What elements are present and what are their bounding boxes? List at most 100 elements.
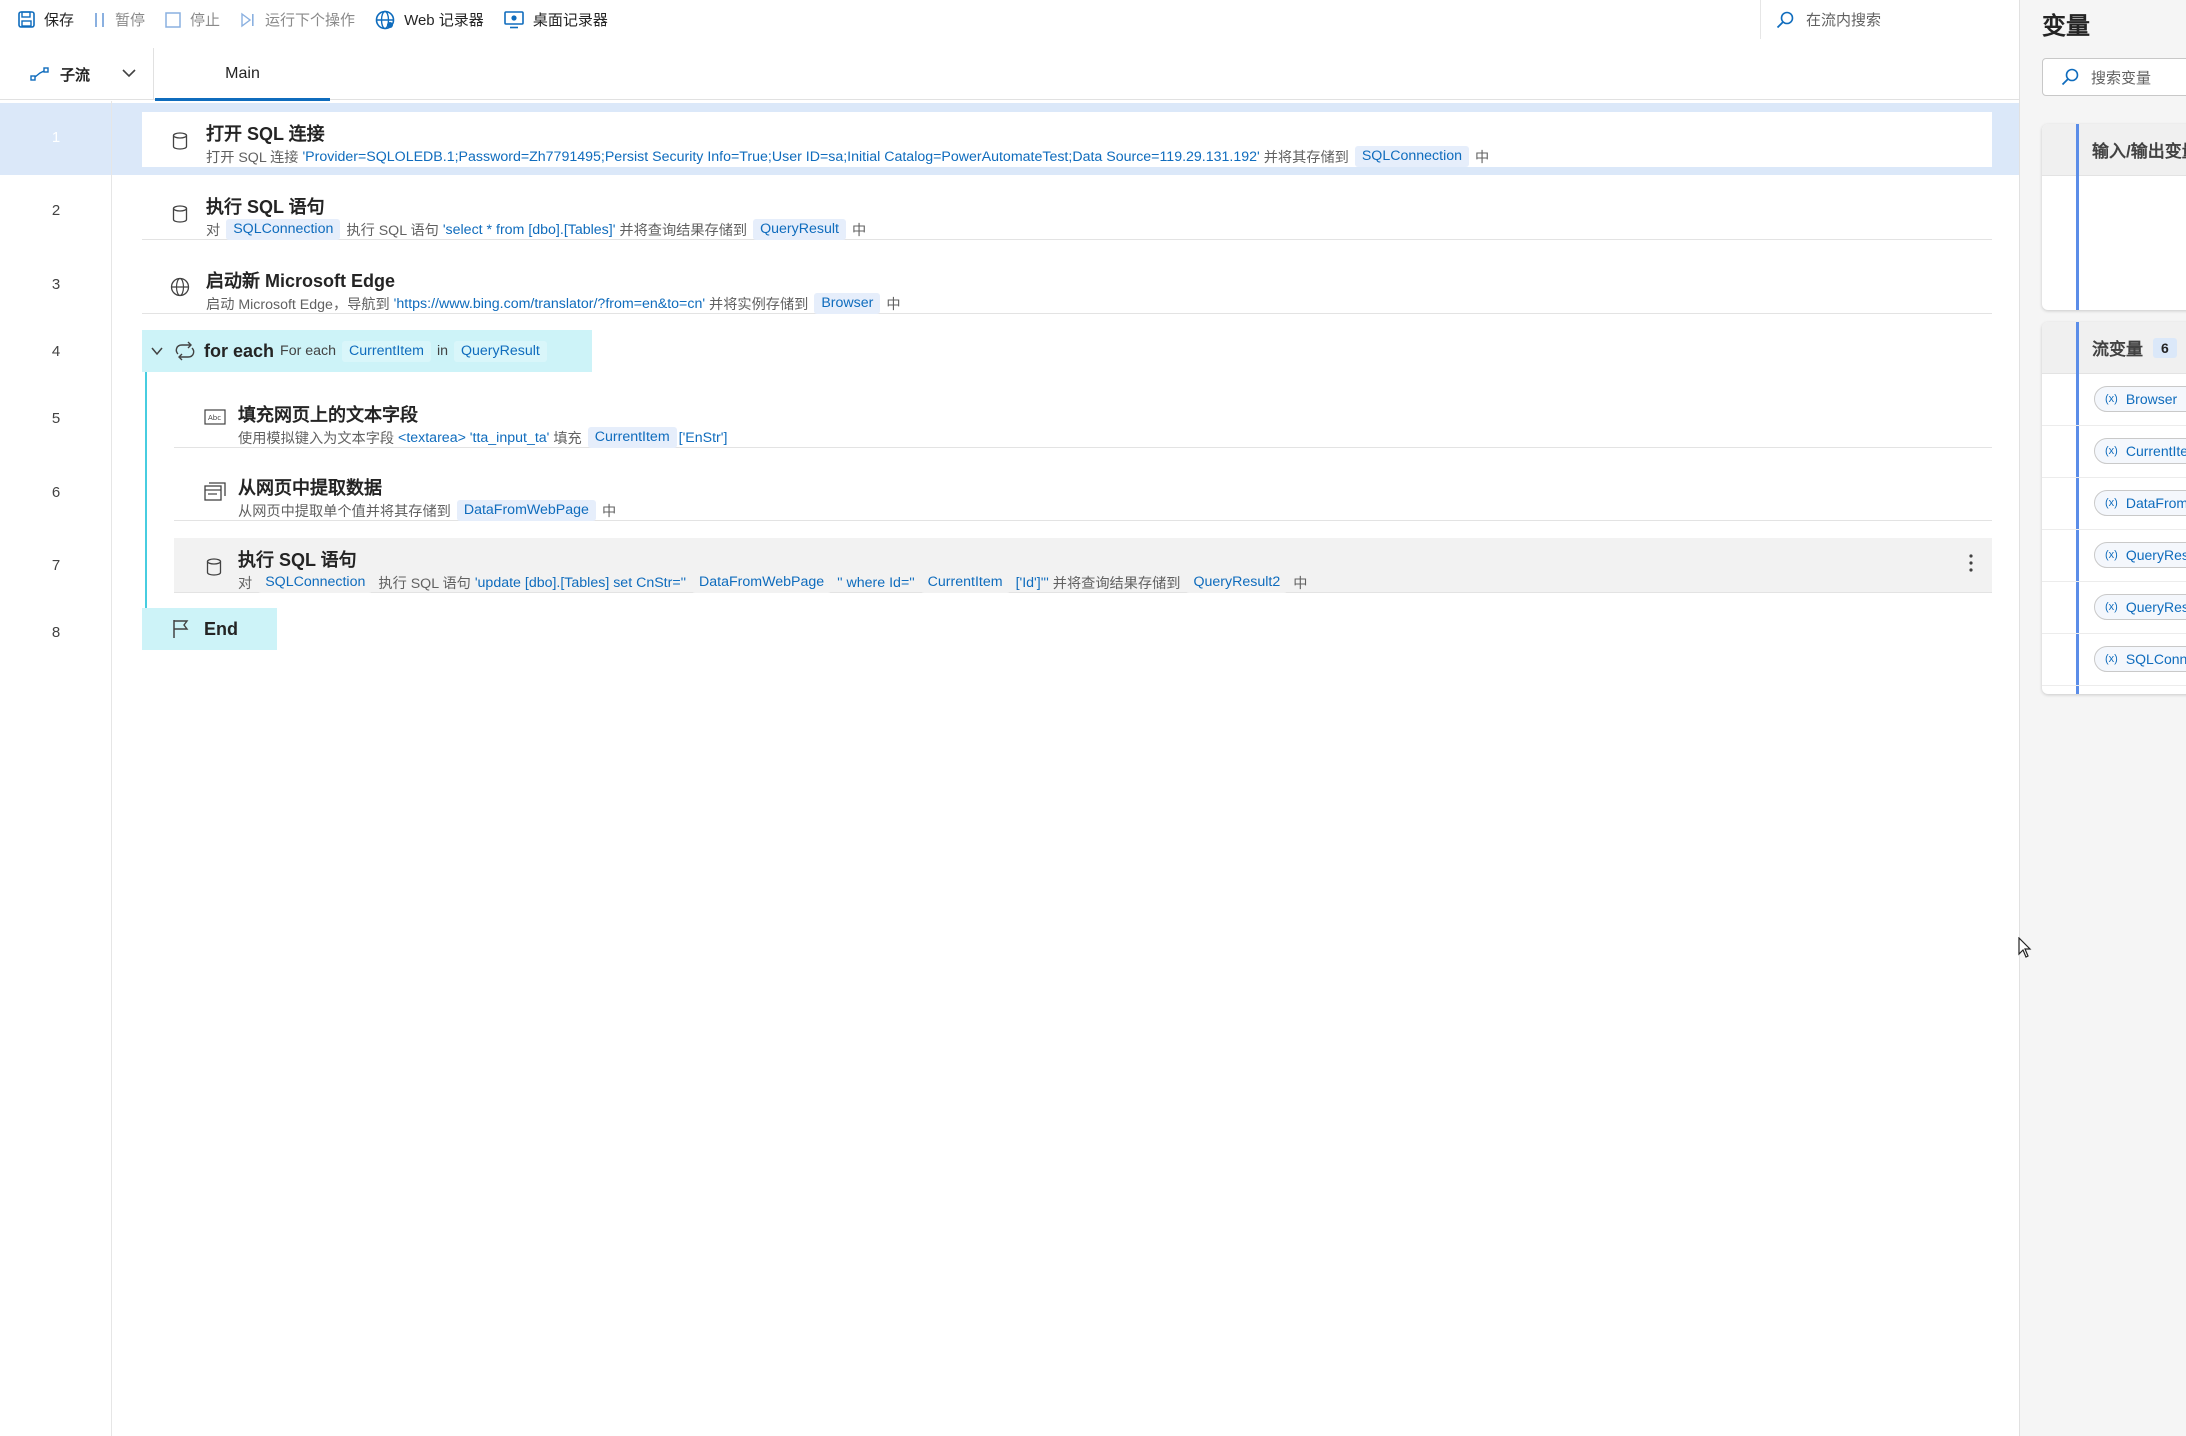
variable-token[interactable]: CurrentItem: [920, 572, 1010, 593]
save-button[interactable]: 保存: [8, 2, 84, 38]
variable-token[interactable]: SQLConnection: [226, 219, 341, 240]
run-next-action-button[interactable]: 运行下个操作: [230, 2, 365, 38]
desc-text: 对: [206, 222, 221, 239]
action-description: 打开 SQL 连接 'Provider=SQLOLEDB.1;Password=…: [206, 146, 1489, 167]
action-title: 打开 SQL 连接: [206, 124, 325, 144]
extract-data-icon: [204, 482, 226, 501]
action-launch-edge[interactable]: 启动新 Microsoft Edge 启动 Microsoft Edge，导航到…: [142, 259, 1992, 314]
variables-pane: 变量 搜索变量 输入/输出变量 流变量 6 (x) Browser (x) Curr…: [2019, 0, 2186, 1436]
line-number: 4: [51, 343, 61, 360]
action-end[interactable]: End: [142, 608, 277, 650]
globe-icon: [375, 10, 395, 29]
line-gutter: [0, 101, 112, 1436]
sql-query: 'select * from [dbo].[Tables]': [442, 221, 616, 238]
action-description: 使用模拟键入为文本字段 <textarea> 'tta_input_ta' 填充…: [238, 427, 727, 448]
io-variables-header[interactable]: 输入/输出变量: [2042, 124, 2186, 176]
variable-row[interactable]: (x) CurrentItem: [2042, 426, 2186, 478]
pause-button[interactable]: 暂停: [84, 2, 155, 38]
more-options-icon[interactable]: [1968, 552, 1974, 574]
tabs-row: 子流 Main: [0, 48, 2019, 101]
io-variables-card: 输入/输出变量: [2042, 124, 2186, 310]
variable-token[interactable]: QueryResult: [453, 340, 547, 362]
desc-text: 中: [886, 296, 901, 313]
index-expression: ['EnStr']: [678, 429, 728, 446]
variable-name: QueryResult2: [2125, 599, 2186, 615]
variable-name: QueryResult: [2125, 547, 2186, 563]
desc-text: 并将其存储到: [1263, 149, 1349, 166]
action-execute-sql-statement[interactable]: 执行 SQL 语句 对 SQLConnection 执行 SQL 语句 'sel…: [142, 185, 1992, 240]
loop-guide-line: [145, 367, 147, 611]
web-recorder-button[interactable]: Web 记录器: [365, 2, 494, 38]
line-number: 7: [51, 557, 61, 574]
line-number: 6: [51, 484, 61, 501]
ui-element: <textarea> 'tta_input_ta': [398, 429, 550, 446]
save-icon: [18, 11, 35, 28]
flow-search-input[interactable]: 在流内搜索: [1760, 0, 2019, 39]
variable-token[interactable]: Browser: [814, 293, 881, 314]
flow-variables-header[interactable]: 流变量 6: [2042, 322, 2186, 374]
action-for-each[interactable]: for each For each CurrentItem in QueryRe…: [142, 330, 592, 372]
variable-row[interactable]: (x) QueryResult2: [2042, 582, 2186, 634]
web-recorder-label: Web 记录器: [404, 12, 484, 29]
variable-chip[interactable]: (x) Browser: [2094, 386, 2186, 412]
variable-name: Browser: [2125, 391, 2178, 407]
variable-token[interactable]: QueryResult: [753, 219, 846, 240]
variable-token[interactable]: CurrentItem: [587, 427, 677, 448]
for-each-description: For each CurrentItem in QueryResult: [280, 340, 553, 362]
desc-text: 从网页中提取单个值并将其存储到: [238, 503, 451, 520]
flow-variables-count: 6: [2153, 337, 2177, 358]
flag-icon: [173, 620, 189, 638]
desc-text: 并将实例存储到: [709, 296, 809, 313]
variable-chip[interactable]: (x) SQLConnection: [2094, 646, 2186, 672]
desc-text: 中: [601, 503, 617, 520]
variable-name: CurrentItem: [2125, 443, 2186, 459]
tab-main-label: Main: [225, 65, 260, 82]
loop-icon: [175, 341, 195, 361]
desc-text: 填充: [553, 430, 582, 447]
variables-search-input[interactable]: 搜索变量: [2042, 58, 2186, 96]
action-execute-sql-update[interactable]: 执行 SQL 语句 对 SQLConnection 执行 SQL 语句 'upd…: [174, 538, 1992, 593]
variable-icon: (x): [2105, 445, 2118, 457]
step-next-icon: [241, 12, 254, 27]
pause-label: 暂停: [115, 12, 146, 29]
variable-token[interactable]: DataFromWebPage: [456, 500, 596, 521]
variable-icon: (x): [2105, 497, 2118, 509]
subflow-label: 子流: [60, 66, 91, 84]
variable-row[interactable]: (x) Browser: [2042, 374, 2186, 426]
tab-main[interactable]: Main: [155, 48, 330, 101]
desc-text: 打开 SQL 连接: [206, 149, 299, 166]
mouse-cursor-icon: [2018, 937, 2032, 958]
variable-token[interactable]: DataFromWebPage: [692, 572, 832, 593]
svg-text:Abc: Abc: [208, 414, 221, 422]
variable-row[interactable]: (x) DataFromWebPage: [2042, 478, 2186, 530]
chevron-down-icon[interactable]: [120, 64, 138, 82]
action-open-sql-connection[interactable]: 打开 SQL 连接 打开 SQL 连接 'Provider=SQLOLEDB.1…: [142, 112, 1992, 167]
line-number: 3: [51, 276, 61, 293]
flow-variables-title: 流变量: [2092, 340, 2143, 359]
variable-chip[interactable]: (x) DataFromWebPage: [2094, 490, 2186, 516]
globe-icon: [170, 277, 190, 297]
chevron-down-icon[interactable]: [150, 344, 164, 358]
subflow-dropdown[interactable]: 子流: [0, 48, 154, 100]
pause-icon: [95, 12, 105, 27]
line-number: 8: [51, 624, 61, 641]
action-extract-data-from-webpage[interactable]: 从网页中提取数据 从网页中提取单个值并将其存储到 DataFromWebPage…: [174, 466, 1992, 521]
variable-token[interactable]: SQLConnection: [1354, 146, 1470, 167]
variable-row[interactable]: (x) QueryResult: [2042, 530, 2186, 582]
stop-button[interactable]: 停止: [155, 2, 230, 38]
end-keyword: End: [204, 618, 238, 639]
action-populate-text-field[interactable]: Abc 填充网页上的文本字段 使用模拟键入为文本字段 <textarea> 't…: [174, 393, 1992, 448]
database-icon: [172, 132, 188, 150]
desc-text: 启动 Microsoft Edge，导航到: [206, 296, 390, 313]
variable-chip[interactable]: (x) QueryResult: [2094, 542, 2186, 568]
variable-token[interactable]: CurrentItem: [342, 340, 431, 362]
variable-chip[interactable]: (x) CurrentItem: [2094, 438, 2186, 464]
desktop-recorder-button[interactable]: 桌面记录器: [494, 2, 618, 38]
variable-token[interactable]: QueryResult2: [1186, 572, 1288, 593]
variable-chip[interactable]: (x) QueryResult2: [2094, 594, 2186, 620]
variable-row[interactable]: (x) SQLConnection: [2042, 634, 2186, 686]
action-description: 从网页中提取单个值并将其存储到 DataFromWebPage 中: [238, 500, 616, 521]
variable-token[interactable]: SQLConnection: [258, 572, 373, 593]
line-number: 5: [51, 410, 61, 427]
action-description: 对 SQLConnection 执行 SQL 语句 'update [dbo].…: [238, 572, 1307, 593]
